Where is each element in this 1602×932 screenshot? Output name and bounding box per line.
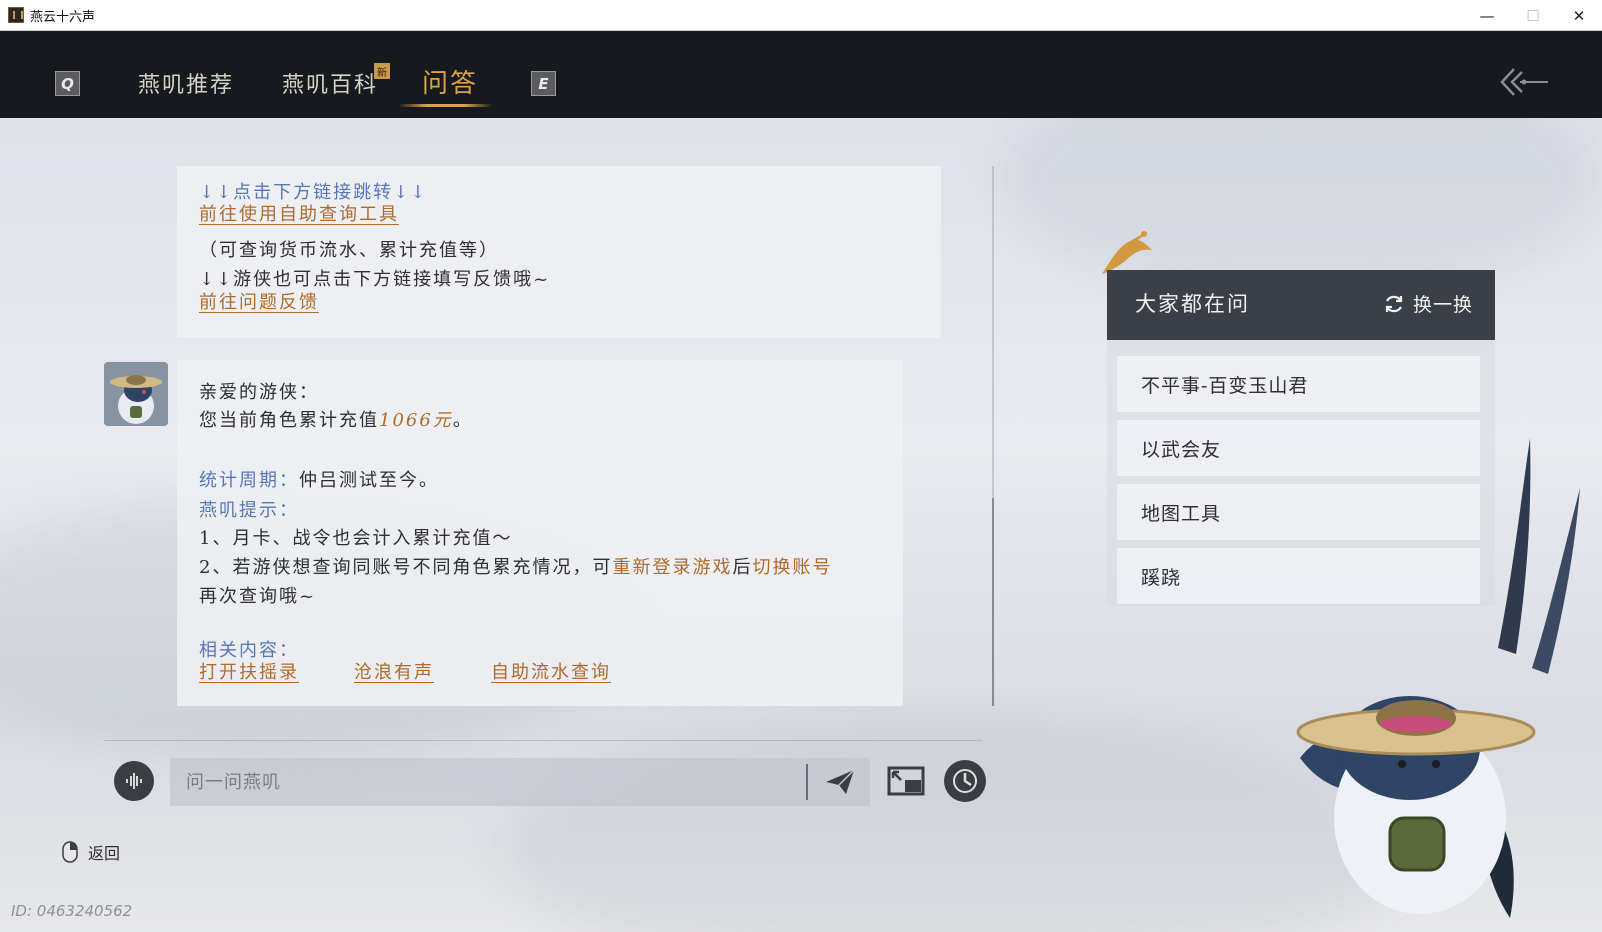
send-separator [806,764,808,800]
close-button[interactable]: ✕ [1556,0,1602,31]
golden-bird-icon [1102,231,1152,274]
tab-recommend[interactable]: 燕叽推荐 [138,67,234,99]
total-prefix: 您当前角色累计充值 [199,410,379,431]
return-hint[interactable]: 返回 [62,840,120,864]
self-query-note: （可查询货币流水、累计充值等） [199,240,499,261]
question-input[interactable] [170,758,806,806]
mouse-right-click-icon [62,841,78,863]
related-link-fuyaolu[interactable]: 打开扶摇录 [199,658,299,684]
relogin-text: 重新登录游戏 [612,557,733,578]
answer-greeting: 亲爱的游侠： [199,382,319,403]
active-tab-indicator [398,104,493,107]
window-controls: — ☐ ✕ [1464,0,1602,31]
tips-label: 燕叽提示： [199,500,299,521]
tab-encyclopedia[interactable]: 燕叽百科 [282,67,378,99]
period-line: 统计周期：仲吕测试至今。 [199,466,439,492]
tip-2: 2、若游侠想查询同账号不同角色累充情况，可重新登录游戏后切换账号 [199,553,832,579]
send-button[interactable] [810,758,870,806]
total-suffix: 。 [452,410,473,431]
related-link-self-query[interactable]: 自助流水查询 [491,658,611,684]
input-divider [104,740,982,741]
send-plane-icon [826,769,855,794]
tip-2-text-a: 2、若游侠想查询同账号不同角色累充情况，可 [199,557,613,578]
faq-item-label: 不平事-百变玉山君 [1141,374,1309,397]
faq-header: 大家都在问 换一换 [1107,270,1495,340]
history-button[interactable] [944,760,986,802]
tip-1: 1、月卡、战令也会计入累计充值～ [199,528,513,549]
voice-wave-icon [126,773,142,789]
faq-item-label: 地图工具 [1141,502,1222,525]
minimize-button[interactable]: — [1464,0,1510,31]
self-query-link[interactable]: 前往使用自助查询工具 [199,200,399,226]
chat-scrollbar-thumb[interactable] [992,498,994,706]
assistant-avatar [104,362,168,426]
return-label: 返回 [88,844,121,863]
background-mist [500,718,1400,932]
back-arrows-icon[interactable] [1500,67,1550,97]
tip-2-continued: 再次查询哦~ [199,586,317,607]
tip-2-text-b: 后 [732,557,753,578]
chat-answer-card: 亲爱的游侠： 您当前角色累计充值1066元。 统计周期：仲吕测试至今。 燕叽提示… [177,360,903,706]
voice-input-button[interactable] [114,761,154,801]
user-id: ID: 0463240562 [11,902,133,920]
faq-item-label: 以武会友 [1141,438,1222,461]
refresh-label: 换一换 [1412,294,1473,316]
window-title: 燕云十六声 [30,9,96,25]
period-value: 仲吕测试至今。 [299,470,439,491]
total-amount: 1066元 [379,410,453,431]
answer-total-line: 您当前角色累计充值1066元。 [199,406,473,432]
main-area: ↓↓点击下方链接跳转↓↓ 前往使用自助查询工具 （可查询货币流水、累计充值等） … [0,118,1602,932]
refresh-icon [1385,295,1403,312]
question-input-box [170,758,870,806]
faq-item[interactable]: 不平事-百变玉山君 [1117,356,1480,412]
picture-in-picture-button[interactable] [886,761,926,801]
feedback-link[interactable]: 前往问题反馈 [199,288,319,314]
new-badge: 新 [374,63,390,79]
next-tab-key-hint[interactable]: E [531,71,556,96]
switch-account-text: 切换账号 [752,557,833,578]
swallow-mascot-illustration [1296,438,1580,918]
swallow-avatar-icon [104,362,168,426]
period-label: 统计周期： [199,470,299,491]
chat-message-card: ↓↓点击下方链接跳转↓↓ 前往使用自助查询工具 （可查询货币流水、累计充值等） … [177,166,941,338]
related-link-canglang[interactable]: 沧浪有声 [354,658,434,684]
faq-title: 大家都在问 [1135,292,1250,316]
clock-icon [953,769,977,793]
app-logo-icon [8,7,24,23]
faq-item-label: 蹊跷 [1141,566,1182,589]
prev-tab-key-hint[interactable]: Q [55,71,80,96]
maximize-button[interactable]: ☐ [1510,0,1556,31]
window-titlebar: 燕云十六声 — ☐ ✕ [0,0,1602,31]
top-navigation: Q 燕叽推荐 燕叽百科 新 问答 E [0,31,1602,118]
tab-qa[interactable]: 问答 [422,63,478,100]
refresh-button[interactable]: 换一换 [1383,290,1473,317]
picture-in-picture-icon [887,766,925,796]
